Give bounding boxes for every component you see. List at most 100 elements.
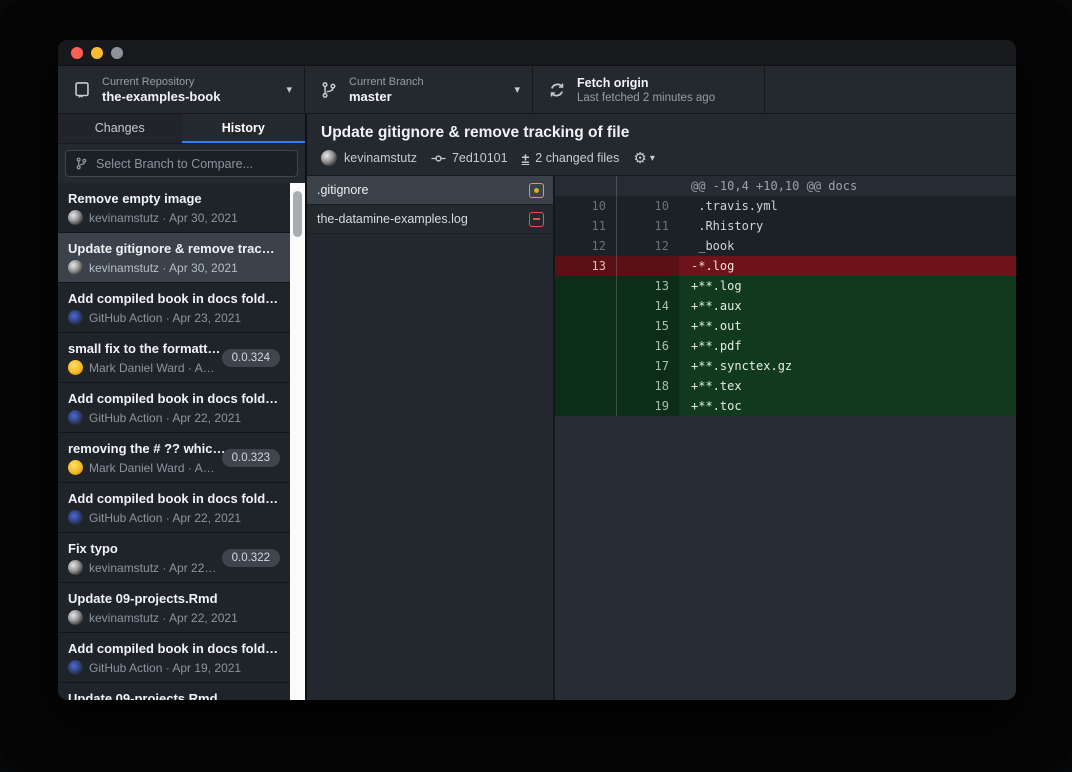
avatar	[68, 310, 83, 325]
avatar	[68, 660, 83, 675]
zoom-window-button[interactable]	[111, 47, 123, 59]
version-badge: 0.0.322	[222, 549, 280, 567]
window-titlebar[interactable]	[58, 40, 1016, 65]
changed-file-row[interactable]: .gitignore	[307, 176, 553, 205]
toolbar: Current Repository the-examples-book ▾ C…	[58, 65, 1016, 114]
fetch-origin-button[interactable]: Fetch origin Last fetched 2 minutes ago	[533, 66, 765, 113]
close-window-button[interactable]	[71, 47, 83, 59]
branch-compare-placeholder: Select Branch to Compare...	[96, 157, 253, 171]
chevron-down-icon: ▾	[514, 83, 520, 96]
diff-line: 16 +**.pdf	[555, 336, 1016, 356]
diff-old-line-number	[555, 176, 617, 196]
branch-icon	[320, 81, 338, 99]
diff-line: 18 +**.tex	[555, 376, 1016, 396]
commit-item-title: Update gitignore & remove tracki…	[68, 240, 280, 257]
diff-line-text: +**.tex	[679, 376, 1016, 396]
commit-title: Update gitignore & remove tracking of fi…	[321, 123, 1002, 143]
avatar	[68, 260, 83, 275]
commit-list-item[interactable]: Fix typo kevinamstutz · Apr 22… 0.0.322	[58, 533, 290, 583]
diff-line-text: +**.log	[679, 276, 1016, 296]
commit-item-title: Update 09-projects.Rmd	[68, 590, 280, 607]
chevron-down-icon[interactable]: ▾	[650, 153, 655, 164]
commit-list-item[interactable]: Add compiled book in docs folder. GitHub…	[58, 633, 290, 683]
diff-line-text: +**.aux	[679, 296, 1016, 316]
diff-new-line-number: 11	[617, 216, 679, 236]
commit-list-scrollbar[interactable]	[290, 183, 305, 700]
scrollbar-thumb[interactable]	[293, 191, 302, 237]
commit-list-item[interactable]: removing the # ?? whic… Mark Daniel Ward…	[58, 433, 290, 483]
diff-new-line-number	[617, 256, 679, 276]
diff-old-line-number	[555, 316, 617, 336]
diff-new-line-number: 13	[617, 276, 679, 296]
diff-line: 11 11 .Rhistory	[555, 216, 1016, 236]
repo-icon	[73, 81, 91, 99]
diff-old-line-number	[555, 296, 617, 316]
avatar	[68, 210, 83, 225]
avatar	[68, 460, 83, 475]
avatar	[321, 150, 337, 166]
diff-line-text: +**.out	[679, 316, 1016, 336]
diff-line-text: +**.pdf	[679, 336, 1016, 356]
diff-old-line-number: 13	[555, 256, 617, 276]
diff-new-line-number: 15	[617, 316, 679, 336]
branch-icon	[75, 157, 88, 170]
branch-compare-input[interactable]: Select Branch to Compare...	[65, 150, 298, 177]
diff-old-line-number	[555, 336, 617, 356]
commit-list-item[interactable]: Add compiled book in docs folder. GitHub…	[58, 383, 290, 433]
history-sidebar: Changes History Select Br	[58, 114, 307, 700]
diff-line: 19 +**.toc	[555, 396, 1016, 416]
commit-list-item[interactable]: Add compiled book in docs folder. GitHub…	[58, 483, 290, 533]
commit-list-item[interactable]: Update 09-projects.Rmd kevinamstutz · Ap…	[58, 583, 290, 633]
version-badge: 0.0.324	[222, 349, 280, 367]
diff-old-line-number	[555, 396, 617, 416]
diff-new-line-number: 18	[617, 376, 679, 396]
diff-line-text: +**.toc	[679, 396, 1016, 416]
changed-files-count: 2 changed files	[535, 151, 619, 165]
changed-file-row[interactable]: the-datamine-examples.log	[307, 205, 553, 234]
gear-icon[interactable]: ⚙	[633, 149, 646, 167]
diff-line: 15 +**.out	[555, 316, 1016, 336]
current-repository-value: the-examples-book	[102, 89, 280, 105]
diff-new-line-number: 17	[617, 356, 679, 376]
github-desktop-window: Current Repository the-examples-book ▾ C…	[58, 40, 1016, 700]
diff-old-line-number: 11	[555, 216, 617, 236]
commit-list-item[interactable]: small fix to the formatt… Mark Daniel Wa…	[58, 333, 290, 383]
changed-files-list: .gitignore the-datamine-examples.log	[307, 176, 555, 700]
avatar	[68, 510, 83, 525]
diff-old-line-number: 12	[555, 236, 617, 256]
commit-item-meta: kevinamstutz · Apr 30, 2021	[89, 211, 280, 225]
current-repository-dropdown[interactable]: Current Repository the-examples-book ▾	[58, 66, 305, 113]
commit-item-meta: GitHub Action · Apr 23, 2021	[89, 311, 280, 325]
current-branch-value: master	[349, 89, 508, 105]
commit-list-item[interactable]: Remove empty image kevinamstutz · Apr 30…	[58, 183, 290, 233]
current-repository-label: Current Repository	[102, 75, 280, 89]
commit-list-item[interactable]: Update 09-projects.Rmd	[58, 683, 290, 700]
diff-new-line-number	[617, 176, 679, 196]
commit-header: Update gitignore & remove tracking of fi…	[307, 114, 1016, 176]
commit-item-title: Remove empty image	[68, 190, 280, 207]
chevron-down-icon: ▾	[286, 83, 292, 96]
minimize-window-button[interactable]	[91, 47, 103, 59]
diff-line-text: +**.synctex.gz	[679, 356, 1016, 376]
diff-line: 13 +**.log	[555, 276, 1016, 296]
file-name: the-datamine-examples.log	[317, 212, 529, 226]
commit-item-title: Add compiled book in docs folder.	[68, 290, 280, 307]
commit-icon	[431, 151, 446, 166]
commit-item-meta: GitHub Action · Apr 22, 2021	[89, 411, 280, 425]
diff-line-text: @@ -10,4 +10,10 @@ docs	[679, 176, 1016, 196]
tab-changes[interactable]: Changes	[58, 114, 182, 143]
current-branch-dropdown[interactable]: Current Branch master ▾	[305, 66, 533, 113]
diff-line: 14 +**.aux	[555, 296, 1016, 316]
diff-line-text: .Rhistory	[679, 216, 1016, 236]
commit-item-title: Add compiled book in docs folder.	[68, 490, 280, 507]
commit-list-item[interactable]: Update gitignore & remove tracki… kevina…	[58, 233, 290, 283]
diff-line-text: -*.log	[679, 256, 1016, 276]
avatar	[68, 410, 83, 425]
diff-plusminus-icon: ±	[522, 150, 530, 166]
tab-history[interactable]: History	[182, 114, 306, 143]
commit-list-item[interactable]: Add compiled book in docs folder. GitHub…	[58, 283, 290, 333]
commit-history-list: Remove empty image kevinamstutz · Apr 30…	[58, 183, 290, 700]
diff-old-line-number: 10	[555, 196, 617, 216]
desktop-background: Current Repository the-examples-book ▾ C…	[0, 0, 1072, 772]
commit-sha[interactable]: 7ed10101	[452, 151, 508, 165]
